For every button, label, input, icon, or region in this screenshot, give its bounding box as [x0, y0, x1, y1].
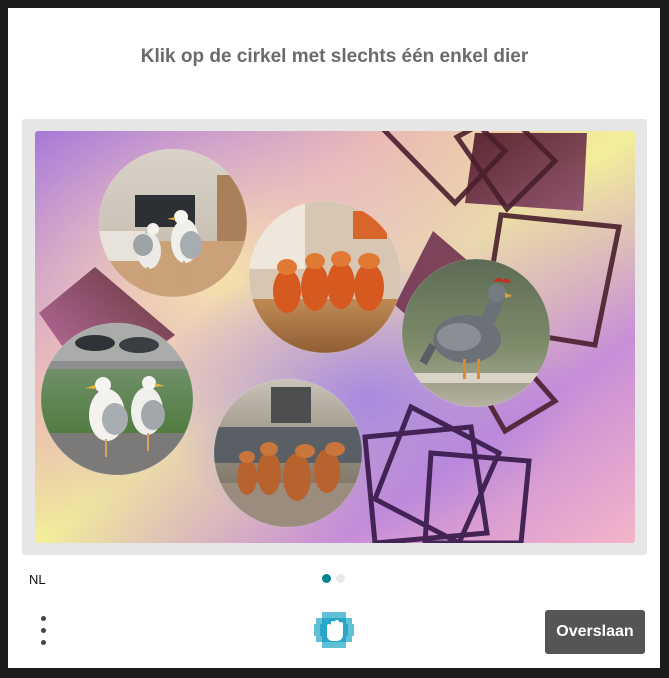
circle-option-4[interactable]	[40, 322, 194, 476]
circle-option-1[interactable]	[98, 148, 248, 298]
captcha-prompt: Klik op de cirkel met slechts één enkel …	[140, 46, 529, 67]
language-selector[interactable]: NL	[29, 572, 46, 587]
circle-option-5[interactable]	[213, 378, 363, 528]
pagination-dot-active	[322, 574, 331, 583]
more-vertical-icon[interactable]	[34, 612, 54, 652]
hand-logo-icon	[312, 610, 356, 650]
puzzle-image	[35, 131, 635, 543]
pagination-dot	[336, 574, 345, 583]
circle-option-3[interactable]	[401, 258, 551, 408]
circle-option-2[interactable]	[248, 200, 402, 354]
puzzle-container	[22, 119, 647, 555]
skip-button[interactable]: Overslaan	[545, 610, 645, 654]
